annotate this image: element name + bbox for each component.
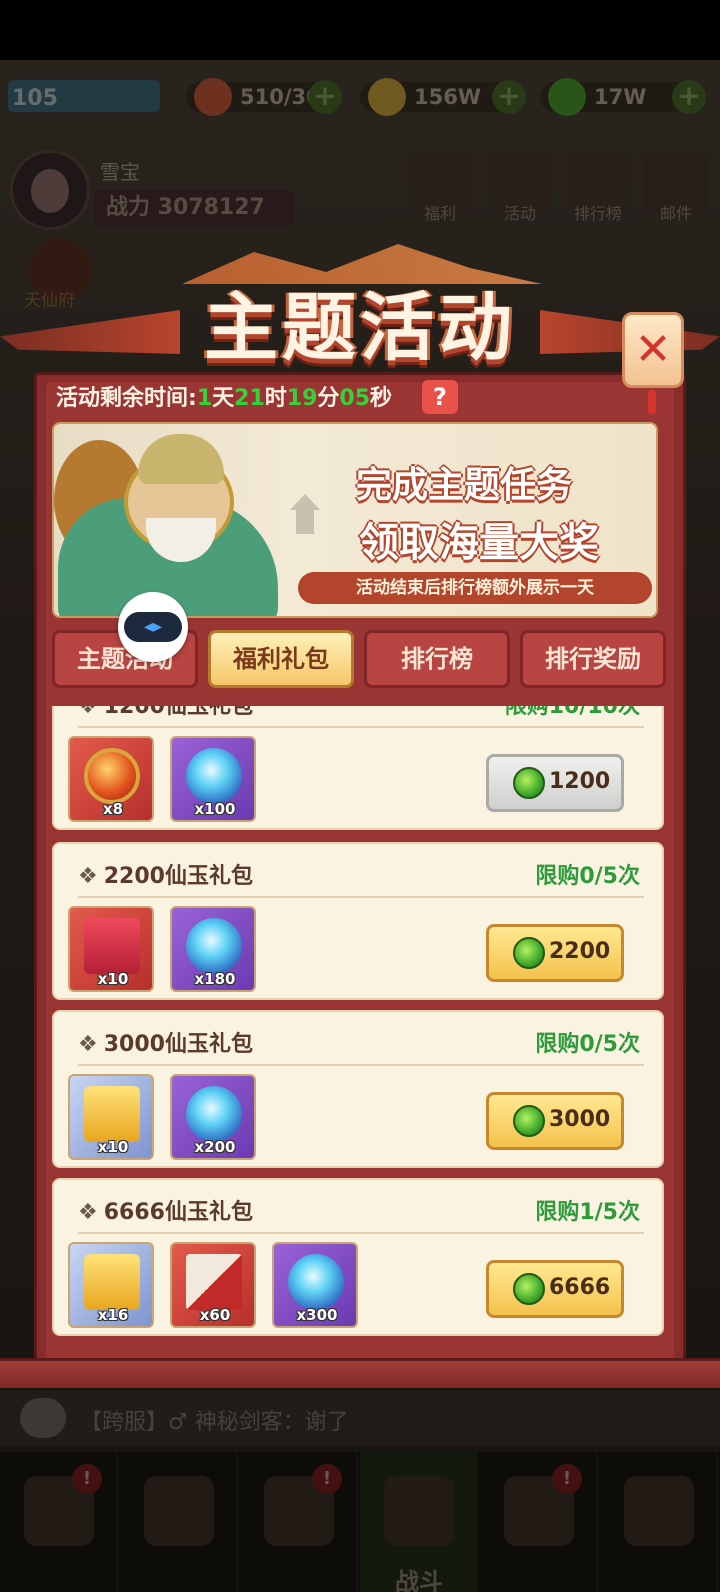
pack-card: ❖ 3000仙玉礼包 限购0/5次 x10 x200 3000 bbox=[52, 1010, 664, 1168]
pack-card: ❖ 1200仙玉礼包 限购10/10次 x8 x100 1200 bbox=[52, 706, 664, 830]
scripture-book-icon bbox=[186, 1254, 242, 1310]
tab-ranking-rewards[interactable]: 排行奖励 bbox=[520, 630, 666, 688]
reward-item[interactable]: x10 bbox=[68, 1074, 154, 1160]
tab-welfare-packs[interactable]: 福利礼包 bbox=[208, 630, 354, 688]
jade-currency-icon bbox=[513, 1105, 545, 1137]
spirit-orb-icon bbox=[186, 1086, 242, 1142]
pack-title: ❖ 3000仙玉礼包 bbox=[78, 1026, 253, 1058]
diamond-bullet-icon: ❖ bbox=[78, 1200, 98, 1225]
reward-item[interactable]: x16 bbox=[68, 1242, 154, 1328]
reward-item[interactable]: x10 bbox=[68, 906, 154, 992]
item-quantity: x8 bbox=[102, 800, 124, 818]
pack-title-text: 2200仙玉礼包 bbox=[103, 864, 253, 889]
pack-price: 6666 bbox=[549, 1275, 611, 1300]
card-divider bbox=[78, 1064, 644, 1066]
tab-leaderboard[interactable]: 排行榜 bbox=[364, 630, 510, 688]
timer-seconds-unit: 秒 bbox=[370, 386, 393, 411]
item-quantity: x180 bbox=[194, 970, 236, 988]
pack-price: 3000 bbox=[549, 1107, 611, 1132]
pack-price: 1200 bbox=[549, 769, 611, 794]
timer-minutes: 19 bbox=[286, 386, 318, 411]
activity-timer: 活动剩余时间:1天21时19分05秒 bbox=[56, 380, 392, 414]
banner-headline: 完成主题任务 bbox=[355, 465, 572, 506]
buy-button[interactable]: 6666 bbox=[486, 1260, 624, 1318]
hero-illustration bbox=[54, 428, 284, 616]
reward-item[interactable]: x180 bbox=[170, 906, 256, 992]
buy-button[interactable]: 2200 bbox=[486, 924, 624, 982]
pack-title-text: 6666仙玉礼包 bbox=[103, 1200, 253, 1225]
status-bar bbox=[0, 0, 720, 60]
item-quantity: x100 bbox=[194, 800, 236, 818]
floating-assistant-button[interactable]: ◂▸ bbox=[118, 592, 188, 662]
jade-currency-icon bbox=[513, 1273, 545, 1305]
red-envelope-icon bbox=[84, 918, 140, 974]
purchase-limit: 限购1/5次 bbox=[535, 1200, 640, 1225]
purchase-limit: 限购10/10次 bbox=[504, 706, 640, 719]
red-gem-icon bbox=[84, 748, 140, 804]
pack-title-text: 1200仙玉礼包 bbox=[103, 706, 253, 719]
timer-seconds: 05 bbox=[339, 386, 371, 411]
card-divider bbox=[78, 1232, 644, 1234]
item-quantity: x60 bbox=[199, 1306, 231, 1324]
pack-title-text: 3000仙玉礼包 bbox=[103, 1032, 253, 1057]
purchase-limit: 限购0/5次 bbox=[535, 1032, 640, 1057]
pack-title: ❖ 1200仙玉礼包 bbox=[78, 706, 253, 720]
purchase-limit: 限购0/5次 bbox=[535, 864, 640, 889]
diamond-bullet-icon: ❖ bbox=[78, 706, 98, 719]
reward-item[interactable]: x8 bbox=[68, 736, 154, 822]
question-icon: ? bbox=[433, 383, 447, 411]
jade-currency-icon bbox=[513, 937, 545, 969]
buy-button-disabled[interactable]: 1200 bbox=[486, 754, 624, 812]
card-divider bbox=[78, 726, 644, 728]
banner-note: 活动结束后排行榜额外展示一天 bbox=[298, 572, 652, 604]
item-quantity: x16 bbox=[97, 1306, 129, 1324]
close-icon: ✕ bbox=[634, 324, 672, 375]
jade-currency-icon bbox=[513, 767, 545, 799]
timer-minutes-unit: 分 bbox=[317, 386, 340, 411]
timer-days: 1 bbox=[196, 386, 213, 411]
timer-hours: 21 bbox=[234, 386, 265, 411]
gold-envelope-icon bbox=[84, 1254, 140, 1310]
activity-banner: 完成主题任务 领取海量大奖 活动结束后排行榜额外展示一天 bbox=[52, 422, 658, 618]
pack-card: ❖ 2200仙玉礼包 限购0/5次 x10 x180 2200 bbox=[52, 842, 664, 1000]
timer-label: 活动剩余时间: bbox=[56, 386, 197, 411]
hero-helmet bbox=[138, 434, 224, 484]
pack-price: 2200 bbox=[549, 939, 611, 964]
spirit-orb-icon bbox=[186, 918, 242, 974]
pack-title: ❖ 2200仙玉礼包 bbox=[78, 858, 253, 890]
reward-item[interactable]: x300 bbox=[272, 1242, 358, 1328]
card-divider bbox=[78, 896, 644, 898]
buy-button[interactable]: 3000 bbox=[486, 1092, 624, 1150]
reward-item[interactable]: x60 bbox=[170, 1242, 256, 1328]
spirit-orb-icon bbox=[186, 748, 242, 804]
banner-subheadline: 领取海量大奖 bbox=[359, 520, 599, 566]
gold-envelope-icon bbox=[84, 1086, 140, 1142]
item-quantity: x200 bbox=[194, 1138, 236, 1156]
item-quantity: x10 bbox=[97, 970, 129, 988]
tassel-decoration bbox=[648, 390, 656, 414]
pack-list[interactable]: ❖ 1200仙玉礼包 限购10/10次 x8 x100 1200 ❖ 2200仙玉礼… bbox=[52, 706, 668, 1346]
modal-title: 主题活动 bbox=[204, 285, 516, 371]
diamond-bullet-icon: ❖ bbox=[78, 864, 98, 889]
pack-title: ❖ 6666仙玉礼包 bbox=[78, 1194, 253, 1226]
gamepad-icon: ◂▸ bbox=[124, 612, 182, 642]
diamond-bullet-icon: ❖ bbox=[78, 1032, 98, 1057]
spirit-orb-icon bbox=[288, 1254, 344, 1310]
timer-hours-unit: 时 bbox=[264, 386, 287, 411]
item-quantity: x300 bbox=[296, 1306, 338, 1324]
modal-base-ledge bbox=[0, 1358, 720, 1388]
close-button[interactable]: ✕ bbox=[622, 312, 684, 388]
timer-days-unit: 天 bbox=[212, 386, 235, 411]
help-button[interactable]: ? bbox=[422, 380, 458, 414]
pack-card: ❖ 6666仙玉礼包 限购1/5次 x16 x60 x300 6666 bbox=[52, 1178, 664, 1336]
reward-item[interactable]: x200 bbox=[170, 1074, 256, 1160]
reward-item[interactable]: x100 bbox=[170, 736, 256, 822]
item-quantity: x10 bbox=[97, 1138, 129, 1156]
